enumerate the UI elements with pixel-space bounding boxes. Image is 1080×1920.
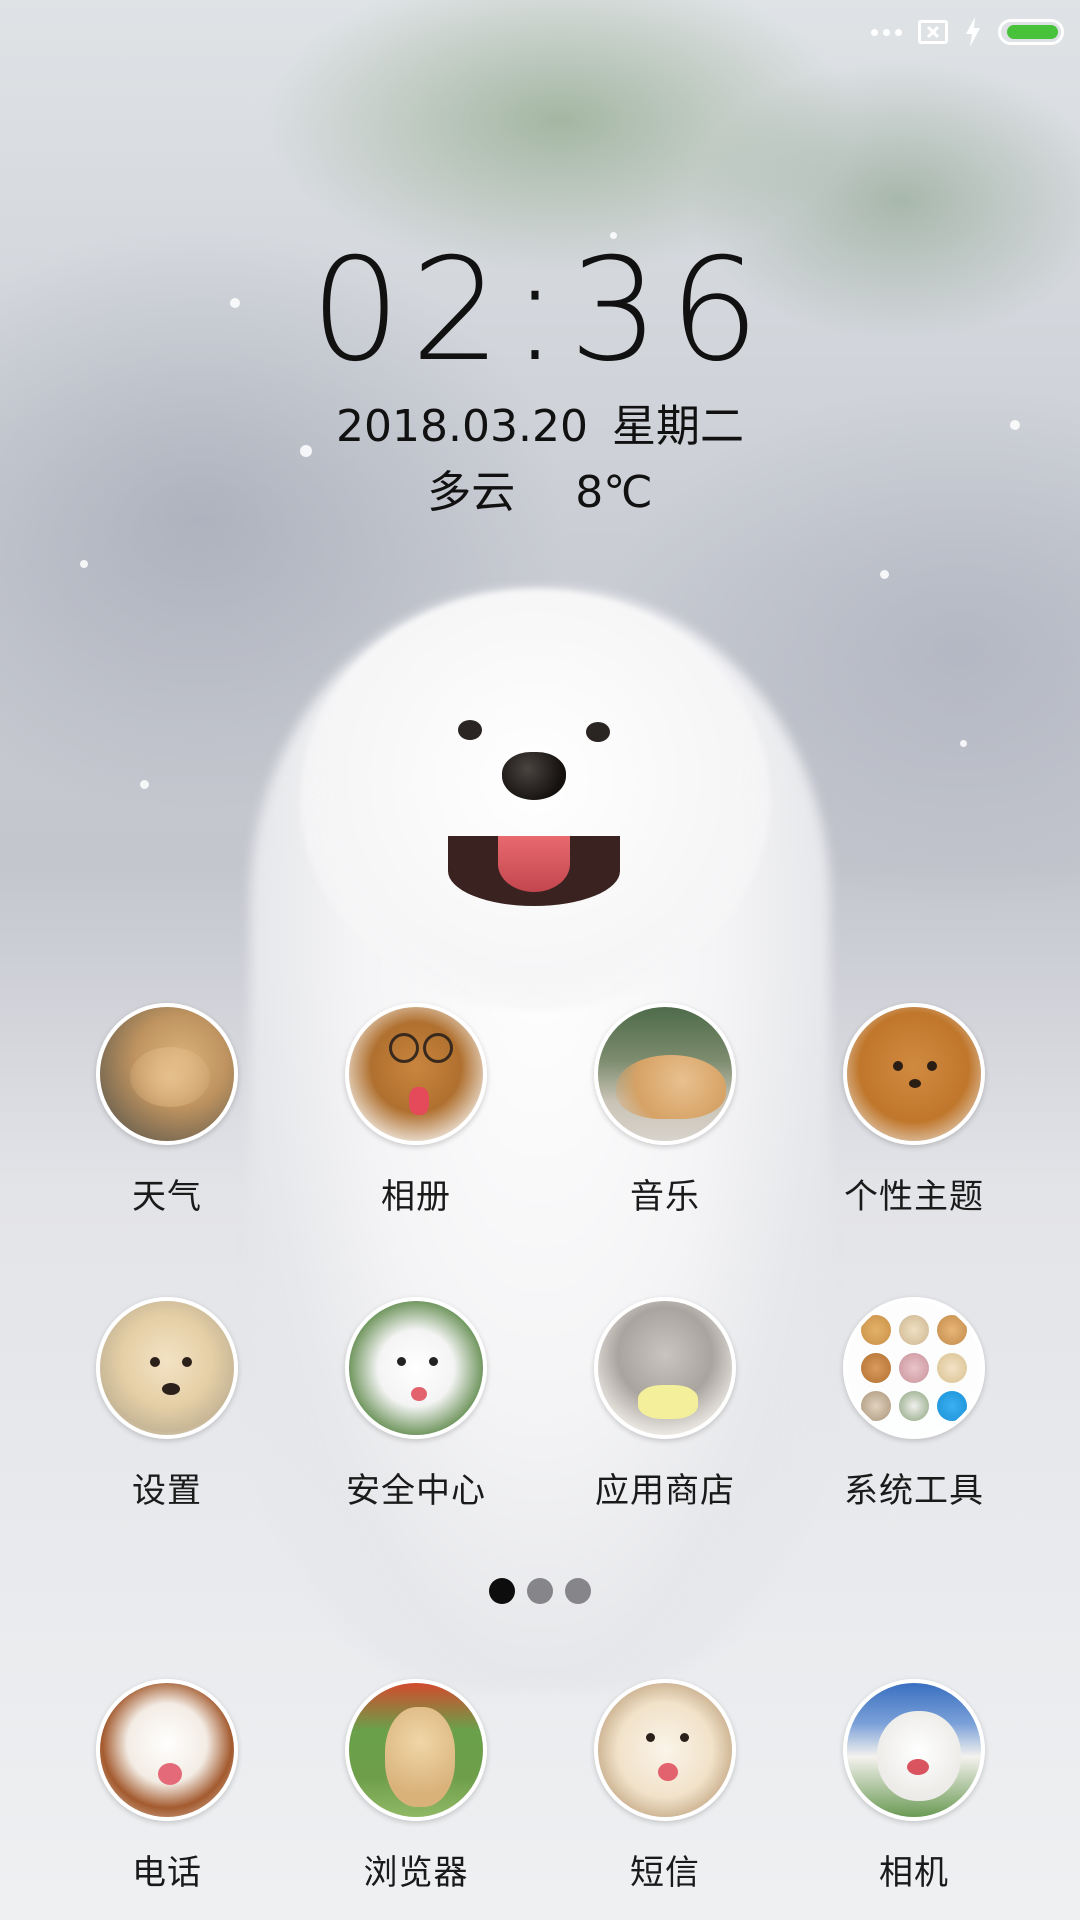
battery-level-fill bbox=[1007, 25, 1058, 39]
browser-app-icon bbox=[345, 1679, 487, 1821]
themes-app-icon bbox=[843, 1003, 985, 1145]
app-store[interactable]: 应用商店 bbox=[540, 1297, 790, 1512]
app-label: 安全中心 bbox=[346, 1471, 486, 1511]
snowflake bbox=[140, 780, 149, 789]
settings-app-icon bbox=[96, 1297, 238, 1439]
weather-widget[interactable]: 多云 8℃ bbox=[0, 456, 1080, 520]
app-store-icon bbox=[594, 1297, 736, 1439]
gallery-app-icon bbox=[345, 1003, 487, 1145]
camera-app-icon bbox=[843, 1679, 985, 1821]
security-app-icon bbox=[345, 1297, 487, 1439]
weather-condition: 多云 bbox=[427, 467, 516, 518]
app-gallery[interactable]: 相册 bbox=[291, 1003, 541, 1218]
weather-app-icon bbox=[96, 1003, 238, 1145]
app-label: 天气 bbox=[132, 1177, 202, 1217]
app-system-tools-folder[interactable]: 系统工具 bbox=[789, 1297, 1039, 1512]
date-line: 2018.03.20 星期二 bbox=[0, 390, 1080, 454]
app-label: 相册 bbox=[381, 1177, 451, 1217]
music-app-icon bbox=[594, 1003, 736, 1145]
wallpaper-dog-eye-left bbox=[458, 720, 482, 740]
phone-app-icon bbox=[96, 1679, 238, 1821]
app-music[interactable]: 音乐 bbox=[540, 1003, 790, 1218]
lockscreen-clock: 02:36 bbox=[310, 228, 770, 393]
temperature-text: 8℃ bbox=[575, 467, 653, 518]
app-weather[interactable]: 天气 bbox=[42, 1003, 292, 1218]
wallpaper-dog-tongue bbox=[498, 836, 570, 892]
app-label: 系统工具 bbox=[844, 1471, 984, 1511]
wallpaper-dog-eye-right bbox=[586, 722, 610, 742]
battery-icon bbox=[998, 19, 1064, 45]
more-dots-icon bbox=[871, 28, 902, 36]
page-dot[interactable] bbox=[527, 1578, 553, 1604]
no-sim-icon bbox=[918, 20, 948, 44]
dock-messages[interactable]: 短信 bbox=[540, 1679, 790, 1894]
date-text: 2018.03.20 bbox=[336, 401, 588, 452]
app-label: 设置 bbox=[132, 1471, 202, 1511]
page-indicator[interactable] bbox=[0, 1578, 1080, 1604]
app-label: 应用商店 bbox=[595, 1471, 735, 1511]
dock-browser[interactable]: 浏览器 bbox=[291, 1679, 541, 1894]
snowflake bbox=[80, 560, 88, 568]
page-dot-active[interactable] bbox=[489, 1578, 515, 1604]
app-label: 相机 bbox=[879, 1853, 949, 1893]
dock-phone[interactable]: 电话 bbox=[42, 1679, 292, 1894]
system-tools-folder-icon bbox=[843, 1297, 985, 1439]
weekday-text: 星期二 bbox=[611, 401, 744, 452]
app-security[interactable]: 安全中心 bbox=[291, 1297, 541, 1512]
app-label: 音乐 bbox=[630, 1177, 700, 1217]
dock-camera[interactable]: 相机 bbox=[789, 1679, 1039, 1894]
wallpaper-dog-head bbox=[300, 590, 770, 1010]
status-bar bbox=[871, 12, 1064, 52]
app-label: 电话 bbox=[132, 1853, 202, 1893]
app-label: 短信 bbox=[630, 1853, 700, 1893]
messages-app-icon bbox=[594, 1679, 736, 1821]
app-label: 浏览器 bbox=[363, 1853, 469, 1893]
wallpaper-dog-nose bbox=[502, 752, 566, 800]
folder-preview-grid bbox=[861, 1315, 967, 1421]
charging-bolt-icon bbox=[966, 17, 980, 47]
app-settings[interactable]: 设置 bbox=[42, 1297, 292, 1512]
snowflake bbox=[880, 570, 889, 579]
page-dot[interactable] bbox=[565, 1578, 591, 1604]
app-themes[interactable]: 个性主题 bbox=[789, 1003, 1039, 1218]
app-label: 个性主题 bbox=[844, 1177, 984, 1217]
snowflake bbox=[960, 740, 967, 747]
